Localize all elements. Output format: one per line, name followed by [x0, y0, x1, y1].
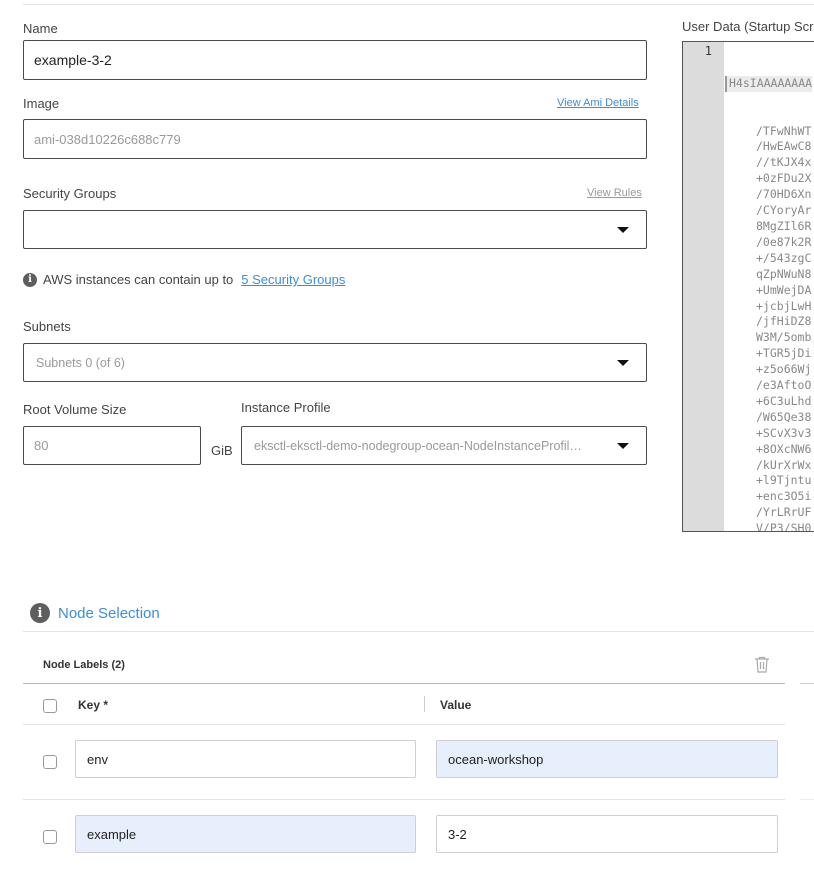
node-labels-title: Node Labels (2)	[43, 659, 125, 671]
chevron-down-icon	[617, 442, 629, 449]
image-input-placeholder: ami-038d10226c688c779	[34, 131, 181, 147]
code-wrapped-line: +6C3uLhd	[756, 393, 812, 408]
code-wrapped-line: +jcbjLwH	[756, 298, 812, 313]
table-header-divider-right	[800, 683, 814, 684]
root-volume-unit: GiB	[211, 443, 233, 458]
security-info-text: AWS instances can contain up to	[43, 272, 234, 287]
select-all-checkbox[interactable]	[43, 699, 57, 713]
column-header-key: Key *	[78, 698, 109, 712]
chevron-down-icon	[617, 359, 629, 366]
row-checkbox[interactable]	[43, 830, 57, 844]
info-icon: i	[30, 603, 50, 623]
value-input[interactable]: 3-2	[436, 815, 778, 853]
name-input[interactable]: example-3-2	[23, 40, 647, 80]
key-input[interactable]: env	[75, 740, 416, 778]
instance-profile-placeholder: eksctl-eksctl-demo-nodegroup-ocean-NodeI…	[254, 438, 582, 453]
column-separator	[424, 696, 425, 712]
row-divider-right	[800, 799, 814, 800]
key-input-value: env	[87, 751, 108, 767]
code-wrapped-line: /0e87k2R	[756, 234, 812, 249]
editor-gutter: 1	[683, 42, 724, 531]
instance-profile-select[interactable]: eksctl-eksctl-demo-nodegroup-ocean-NodeI…	[241, 426, 647, 465]
user-data-label: User Data (Startup Scr	[682, 19, 814, 34]
name-label: Name	[23, 21, 58, 36]
code-wrapped-line: +0zFDu2X	[756, 171, 812, 186]
row-divider	[23, 724, 785, 725]
code-wrapped-line: /CYoryAr	[756, 203, 812, 218]
subnets-select[interactable]: Subnets 0 (of 6)	[23, 343, 647, 382]
value-input[interactable]: ocean-workshop	[436, 740, 778, 778]
security-groups-limit-link[interactable]: 5 Security Groups	[241, 272, 345, 287]
root-volume-placeholder: 80	[34, 438, 49, 453]
root-volume-label: Root Volume Size	[23, 402, 127, 417]
root-volume-input[interactable]: 80	[23, 426, 201, 465]
subnets-label: Subnets	[23, 319, 71, 334]
code-wrapped-line: /HwEAwC8	[756, 139, 812, 154]
info-icon: i	[23, 272, 37, 287]
value-input-value: ocean-workshop	[448, 751, 544, 767]
security-groups-info: i AWS instances can contain up to 5 Secu…	[23, 272, 345, 287]
code-wrapped-line: //tKJX4x	[756, 155, 812, 170]
security-groups-select[interactable]	[23, 210, 647, 249]
code-wrapped-line: +8OXcNW6	[756, 441, 812, 456]
trash-icon[interactable]	[754, 656, 770, 678]
code-wrapped-line: V/P3/SH0	[756, 521, 812, 532]
code-wrapped-line: /e3AftoO	[756, 378, 812, 393]
table-header-divider	[23, 683, 785, 684]
image-label: Image	[23, 96, 60, 111]
code-wrapped-line: W3M/5omb	[756, 330, 812, 345]
user-data-editor[interactable]: 1 H4sIAAAAAAAA /TFwNhWT/HwEAwC8//tKJX4x +…	[682, 41, 814, 532]
code-wrapped-line: /jfHiDZ8	[756, 314, 812, 329]
name-input-value: example-3-2	[34, 52, 112, 68]
code-wrapped-line: +enc3O5i	[756, 489, 812, 504]
code-wrapped-line: +z5o66Wj	[756, 362, 812, 377]
top-divider	[23, 4, 814, 5]
instance-profile-label: Instance Profile	[241, 400, 331, 415]
editor-code: H4sIAAAAAAAA /TFwNhWT/HwEAwC8//tKJX4x +0z…	[725, 44, 813, 532]
column-header-value: Value	[440, 698, 472, 712]
code-wrapped-line: +UmWejDA	[756, 282, 812, 297]
row-checkbox[interactable]	[43, 755, 57, 769]
security-groups-label: Security Groups	[23, 186, 117, 201]
code-wrapped-line: /kUrXrWx	[756, 457, 812, 472]
key-input-value: example	[87, 826, 137, 842]
code-wrapped-line: +l9Tjntu	[756, 473, 812, 488]
code-wrapped-line: +SCvX3v3	[756, 425, 812, 440]
code-wrapped-line: /W65Qe38	[756, 409, 812, 424]
line-number: 1	[704, 44, 712, 58]
code-wrapped-line: /YrLRrUF	[756, 505, 812, 520]
key-input[interactable]: example	[75, 815, 416, 853]
node-selection-header[interactable]: i Node Selection	[30, 603, 160, 623]
row-divider	[23, 799, 785, 800]
code-wrapped-line: 8MgZIl6R	[756, 218, 812, 233]
code-wrapped-line: +TGR5jDi	[756, 346, 812, 361]
view-ami-details-link[interactable]: View Ami Details	[557, 97, 639, 109]
subnets-placeholder: Subnets 0 (of 6)	[36, 355, 125, 370]
node-selection-title: Node Selection	[58, 604, 160, 622]
view-rules-link[interactable]: View Rules	[587, 187, 642, 199]
chevron-down-icon	[617, 226, 629, 233]
code-first-line: H4sIAAAAAAAA	[725, 75, 813, 92]
value-input-value: 3-2	[448, 826, 467, 842]
section-divider	[23, 631, 814, 632]
code-wrapped-line: /TFwNhWT	[756, 123, 812, 138]
image-input[interactable]: ami-038d10226c688c779	[23, 119, 647, 159]
code-wrapped-line: /70HD6Xn	[756, 187, 812, 202]
code-wrapped-line: +/543zgC	[756, 250, 812, 265]
code-wrapped-line: qZpNWuN8	[756, 266, 812, 281]
